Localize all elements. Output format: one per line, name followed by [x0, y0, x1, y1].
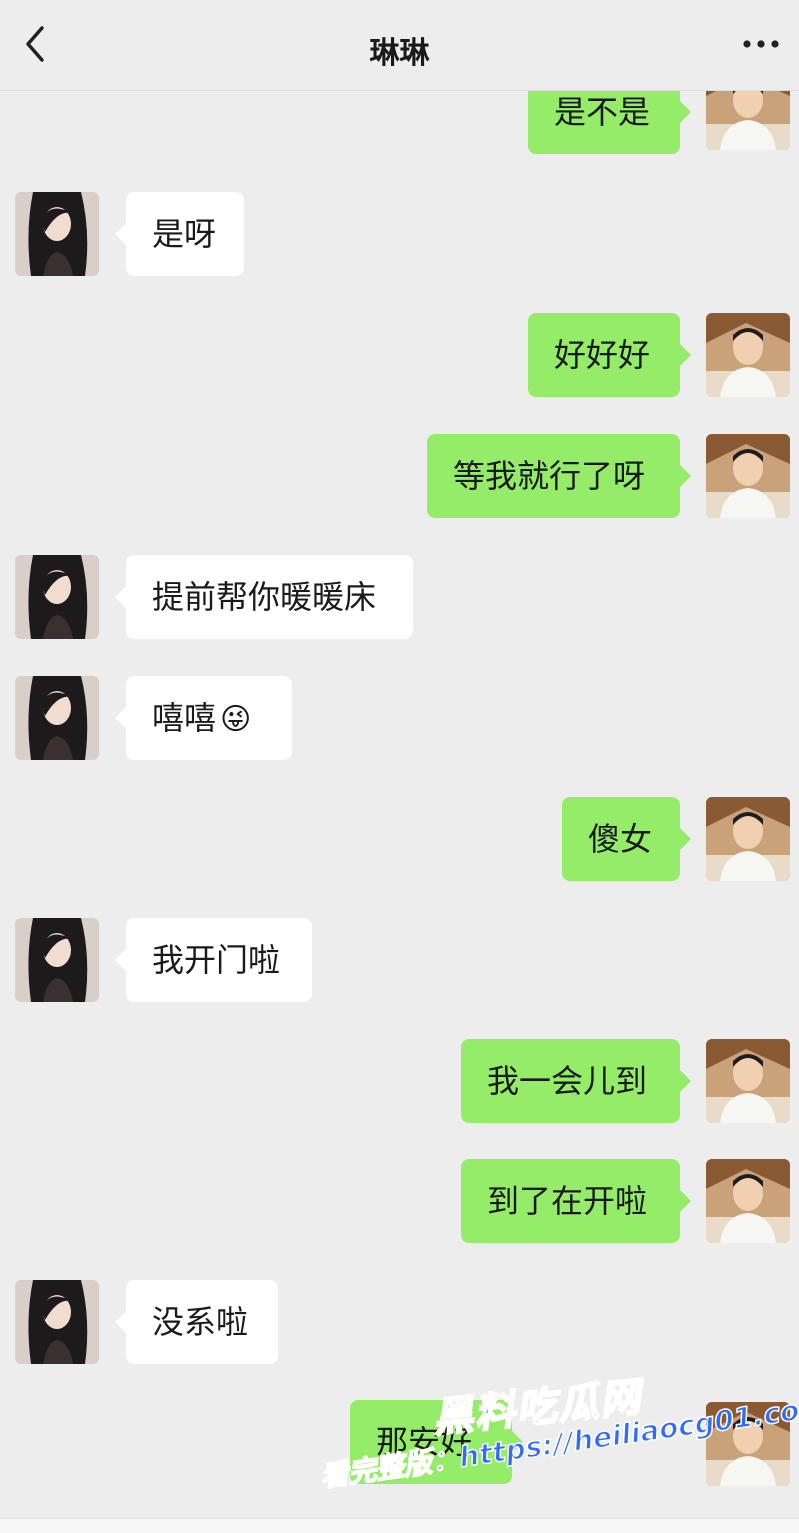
message-bubble-sent[interactable]: 傻女 — [562, 797, 691, 881]
message-bubble-sent[interactable]: 等我就行了呀 — [427, 434, 691, 518]
message-bubble-sent[interactable]: 到了在开啦 — [461, 1159, 691, 1243]
message-bubble-received[interactable]: 提前帮你暖暖床 — [115, 555, 413, 639]
avatar-self-photo — [706, 1039, 790, 1123]
avatar-contact[interactable] — [15, 192, 99, 276]
avatar-self-photo — [706, 1159, 790, 1243]
avatar-contact[interactable] — [15, 918, 99, 1002]
avatar-contact[interactable] — [15, 1280, 99, 1364]
avatar-contact-photo — [15, 1280, 99, 1364]
message-text: 提前帮你暖暖床 — [152, 578, 377, 616]
avatar-self-photo — [706, 434, 790, 518]
message-text: 好好好 — [554, 336, 651, 374]
message-bubble-received[interactable]: 我开门啦 — [115, 918, 312, 1002]
avatar-contact-photo — [15, 676, 99, 760]
avatar-self[interactable] — [706, 313, 790, 397]
chat-title: 琳琳 — [369, 36, 430, 71]
message-text: 没系啦 — [152, 1303, 249, 1341]
input-bar[interactable] — [0, 1518, 799, 1533]
message-text: 傻女 — [588, 820, 653, 858]
avatar-contact-photo — [15, 192, 99, 276]
avatar-contact[interactable] — [15, 555, 99, 639]
message-bubble-sent[interactable]: 是不是 — [528, 90, 691, 154]
avatar-self[interactable] — [706, 434, 790, 518]
message-bubble-received[interactable]: 嘻嘻 😜 — [115, 676, 292, 760]
message-text: 是不是 — [554, 93, 651, 131]
avatar-contact-photo — [15, 555, 99, 639]
message-text: 嘻嘻 — [152, 699, 217, 737]
message-bubble-sent[interactable]: 好好好 — [528, 313, 691, 397]
message-text: 我一会儿到 — [487, 1062, 648, 1100]
avatar-contact[interactable] — [15, 676, 99, 760]
wink-tongue-emoji-icon: 😜 — [220, 702, 252, 737]
message-bubble-sent[interactable]: 我一会儿到 — [461, 1039, 691, 1123]
message-text: 是呀 — [152, 215, 217, 253]
avatar-contact-photo — [15, 918, 99, 1002]
avatar-self[interactable] — [706, 1159, 790, 1243]
avatar-self-photo — [706, 313, 790, 397]
more-dots-icon — [743, 40, 779, 48]
more-button[interactable] — [739, 28, 783, 60]
message-bubble-received[interactable]: 是呀 — [115, 192, 244, 276]
message-list[interactable]: 是不是 是呀 好好好 等我就行了呀 提前帮你暖暖床 嘻嘻 😜 傻女 我开门啦 我一… — [0, 90, 799, 1522]
avatar-self[interactable] — [706, 1039, 790, 1123]
avatar-self-photo — [706, 797, 790, 881]
message-text: 等我就行了呀 — [453, 457, 646, 495]
chat-header: 琳琳 — [0, 0, 799, 91]
message-bubble-received[interactable]: 没系啦 — [115, 1280, 278, 1364]
message-text: 到了在开啦 — [487, 1182, 648, 1220]
avatar-self[interactable] — [706, 90, 790, 150]
message-text: 我开门啦 — [152, 941, 281, 979]
avatar-self[interactable] — [706, 797, 790, 881]
avatar-self-photo — [706, 90, 790, 150]
